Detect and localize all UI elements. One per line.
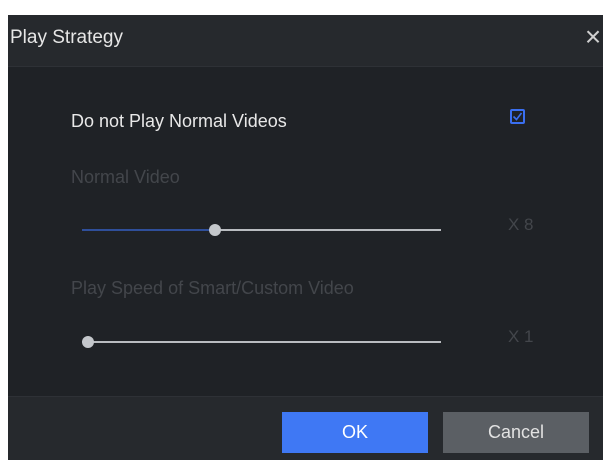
ok-button[interactable]: OK [282, 412, 428, 453]
slider-thumb[interactable] [209, 224, 221, 236]
smart-video-slider[interactable] [82, 336, 441, 348]
slider-thumb[interactable] [82, 336, 94, 348]
slider-track [82, 341, 441, 343]
play-strategy-dialog: Play Strategy × Do not Play Normal Video… [8, 15, 603, 460]
dialog-title: Play Strategy [10, 27, 123, 48]
normal-video-label: Normal Video [71, 167, 180, 187]
dialog-footer: OK Cancel [8, 396, 603, 460]
close-icon[interactable]: × [581, 22, 603, 52]
do-not-play-normal-checkbox[interactable] [510, 109, 525, 124]
smart-video-speed-value: X 1 [508, 327, 534, 346]
smart-video-label: Play Speed of Smart/Custom Video [71, 278, 354, 298]
cancel-button[interactable]: Cancel [443, 412, 589, 453]
normal-video-slider[interactable] [82, 224, 441, 236]
slider-fill [82, 229, 215, 231]
normal-video-speed-value: X 8 [508, 215, 534, 234]
do-not-play-normal-label: Do not Play Normal Videos [71, 111, 287, 131]
checkmark-icon [512, 112, 523, 121]
dialog-titlebar: Play Strategy × [8, 15, 603, 67]
